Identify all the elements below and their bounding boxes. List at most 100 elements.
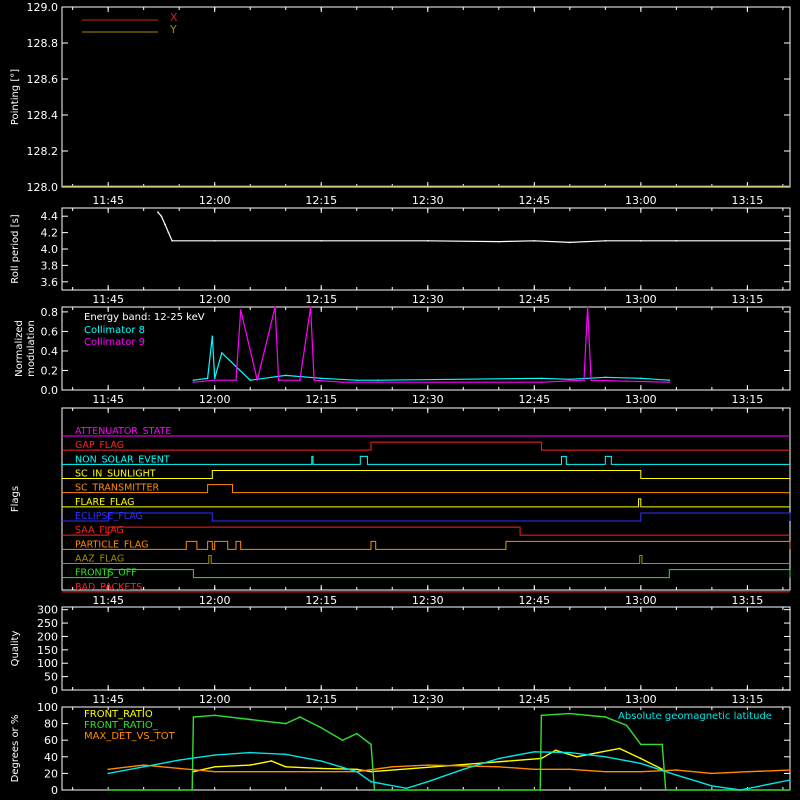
- panel-5-series-3-point: [320, 760, 323, 762]
- modulation-legend-1: Collimator 9: [84, 337, 145, 348]
- panel-5-series-3-point: [739, 789, 742, 791]
- panel-5-series-3-point: [498, 757, 500, 760]
- panel-5-series-0-point: [213, 765, 216, 768]
- panel-5-series-1-point: [355, 732, 358, 735]
- panel-5-ytick-label: 40: [44, 751, 58, 764]
- panel-5-series-2-point: [498, 765, 500, 768]
- flag-label: PARTICLE_FLAG: [75, 539, 148, 550]
- panel-0-ytick-label: 128.4: [27, 109, 59, 122]
- panel-2-xtick-label: 13:00: [625, 393, 657, 406]
- panel-1-ytick-label: 4.0: [41, 243, 59, 256]
- panel-2-ytick-label: 0.6: [41, 325, 59, 338]
- panel-5-series-1-point: [661, 743, 663, 746]
- panel-5-series-3-point: [355, 770, 358, 773]
- panel-3-xtick-label: 11:45: [92, 594, 124, 607]
- panel-5-series-1-point: [299, 716, 301, 718]
- panel-5-series-2-point: [107, 768, 109, 771]
- panel-2-series-1-point: [274, 306, 276, 308]
- flag-label: GAP_FLAG: [75, 440, 124, 451]
- panel-4-ytick-label: 0: [51, 684, 58, 697]
- panel-5-ylabel: Degrees or %: [10, 715, 21, 783]
- panel-4-ytick-label: 200: [37, 630, 58, 643]
- panel-2-xtick-label: 13:15: [732, 393, 764, 406]
- panel-5-series-3-point: [213, 754, 216, 756]
- panel-2-xtick-label: 12:45: [518, 393, 550, 406]
- panel-1-xtick-label: 13:00: [625, 293, 657, 306]
- panel-4-xtick-label: 12:00: [199, 693, 231, 706]
- panel-0-ytick-label: 128.2: [27, 145, 59, 158]
- panel-5-series-1-point: [370, 743, 372, 746]
- panel-2-series-1-point: [256, 379, 259, 382]
- panel-1-series-0-point: [498, 240, 500, 243]
- panel-1-ytick-label: 4.2: [41, 227, 59, 240]
- panel-1-xtick-label: 13:15: [732, 293, 764, 306]
- panel-5-series-2-point: [604, 770, 607, 773]
- ratio-legend-2: MAX_DET_VS_TOT: [84, 731, 176, 742]
- panel-0-ytick-label: 128.8: [27, 37, 59, 50]
- ratio-legend-0: FRONT_RATIO: [84, 709, 153, 720]
- panel-5-series-2-point: [675, 769, 678, 771]
- panel-5-series-3-point: [789, 779, 791, 781]
- panel-1-series-0-point: [569, 241, 571, 244]
- panel-1-ytick-label: 3.8: [41, 259, 59, 272]
- panel-5-series-3-point: [426, 780, 429, 783]
- panel-2-series-1-point: [299, 379, 301, 382]
- panel-5-ytick-label: 80: [44, 718, 58, 731]
- panel-4-series-0-point: [789, 689, 791, 691]
- panel-3-xtick-label: 13:15: [732, 594, 764, 607]
- panel-2-series-1-point: [309, 306, 312, 308]
- panel-4-xtick-label: 13:00: [625, 693, 657, 706]
- panel-5-series-3-point: [249, 751, 252, 754]
- panel-2-series-1-point: [586, 306, 589, 308]
- panel-5-series-2-point: [533, 768, 536, 771]
- panel-2-series-1-point: [277, 379, 280, 382]
- panel-5-series-2-point: [213, 770, 216, 773]
- panel-2-series-1-point: [341, 381, 344, 383]
- panel-5-series-1-point: [341, 739, 344, 741]
- panel-2-series-0-point: [213, 377, 216, 380]
- panel-5-series-1-point: [789, 789, 791, 791]
- panel-5-series-3-point: [107, 772, 109, 775]
- panel-5-series-1-point: [320, 726, 323, 729]
- panel-5-series-3-point: [675, 774, 678, 776]
- flag-label: NON_SOLAR_EVENT: [75, 454, 170, 465]
- panel-2-series-1-point: [590, 379, 592, 382]
- panel-4-ytick-label: 50: [44, 671, 58, 684]
- panel-2-series-1-point: [313, 379, 315, 382]
- panel-2-series-1-point: [625, 380, 628, 383]
- panel-5-series-1-point: [640, 743, 642, 746]
- panel-5-series-0-point: [355, 768, 358, 771]
- panel-2-series-0-point: [211, 335, 214, 338]
- panel-4-ytick-label: 250: [37, 617, 58, 630]
- panel-2-series-0-point: [320, 377, 323, 380]
- panel-5-series-2-point: [789, 769, 791, 771]
- panel-2-ylabel: Normalized: [14, 320, 25, 377]
- panel-4-ytick-label: 300: [37, 604, 58, 617]
- panel-1-xtick-label: 11:45: [92, 293, 124, 306]
- panel-2-series-0-point: [355, 379, 358, 382]
- panel-5-series-1-point: [569, 712, 571, 715]
- panel-2-xtick-label: 12:15: [305, 393, 337, 406]
- panel-2-series-0-point: [192, 379, 195, 382]
- panel-5-series-2-point: [711, 772, 713, 775]
- panel-0-ytick-label: 129.0: [27, 1, 59, 14]
- panel-1-series-0-point: [789, 240, 791, 242]
- panel-5-series-2-point: [142, 764, 145, 766]
- panel-0-xtick-label: 13:15: [732, 194, 764, 207]
- panel-5-series-3-point: [569, 751, 571, 754]
- flag-label: BAD_PACKETS: [75, 582, 142, 593]
- flag-label: SC_TRANSMITTER: [75, 483, 160, 494]
- panel-1-series-0-point: [164, 223, 166, 226]
- panel-2-xtick-label: 12:30: [412, 393, 444, 406]
- flag-label: SAA_FLAG: [75, 525, 124, 536]
- panel-1-series-0-point: [533, 240, 536, 242]
- panel-5-series-1-point: [107, 789, 109, 791]
- panel-2-series-1-point: [192, 381, 195, 383]
- panel-4-xtick-label: 12:30: [412, 693, 444, 706]
- panel-1-series-0-point: [171, 240, 173, 242]
- panel-4-xtick-label: 11:45: [92, 693, 124, 706]
- geomagnetic-annotation: Absolute geomagnetic latitude: [618, 711, 772, 722]
- panel-2-series-1-point: [668, 381, 671, 383]
- panel-1-ytick-label: 4.4: [41, 210, 59, 223]
- panel-2-ylabel: modulation: [26, 320, 37, 377]
